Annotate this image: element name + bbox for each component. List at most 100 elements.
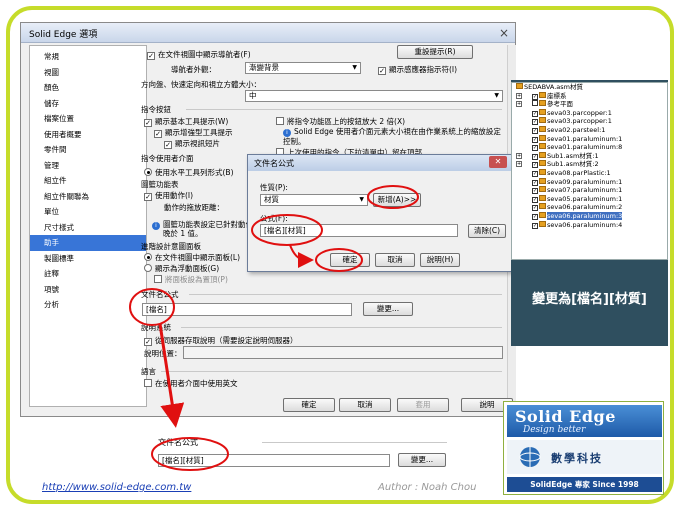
tree-row[interactable]: SEDABVA.asm材質 — [512, 83, 667, 92]
show-navigator-checkbox[interactable]: ✓ 在文件視圖中顯示導航者(F) — [147, 49, 251, 60]
close-icon[interactable]: ✕ — [489, 156, 507, 168]
file-formula-input[interactable]: [檔名] — [142, 303, 352, 316]
nav-item[interactable]: 儲存 — [30, 96, 146, 112]
tree-checkbox-icon[interactable]: ✓ — [532, 205, 538, 212]
show-video-clip-checkbox[interactable]: ✓ 顯示視訊短片 — [164, 138, 220, 149]
tree-row[interactable]: ✓ seva06.paraluminum:3 — [512, 211, 667, 221]
expand-icon[interactable]: + — [516, 152, 522, 159]
website-link[interactable]: http://www.solid-edge.com.tw — [42, 482, 191, 493]
nav-item[interactable]: 項號 — [30, 282, 146, 298]
checkmark-icon: ✓ — [164, 141, 172, 149]
options-nav: 常規 視圖 顏色 儲存 檔案位置 使用者概要 零件間 管理 組立件 組立件關聯為 單位 尺寸樣式 助手製… — [29, 45, 147, 407]
clip-formula-input[interactable]: [檔名][材質] — [158, 454, 390, 467]
expand-icon[interactable]: + — [516, 161, 522, 168]
author-credit: Author : Noah Chou — [378, 482, 477, 493]
tree-row[interactable]: + ✓ 座標系 — [512, 91, 667, 101]
double-cmd-area-checkbox[interactable]: 將指令功能區上的按鈕放大 2 倍(X) — [276, 116, 405, 127]
nav-item[interactable]: 助手 — [30, 235, 146, 251]
show-floating-radio[interactable]: 顯示為浮動面板(G) — [144, 263, 219, 274]
help-location-input[interactable] — [183, 346, 503, 359]
assembly-tree[interactable]: SEDABVA.asm材質 + ✓ 座標系 + 參考平面 ✓ seva03.parcopper… — [511, 82, 668, 260]
formula-ok-button[interactable]: 確定 — [330, 253, 370, 267]
tree-checkbox-icon[interactable]: ✓ — [532, 93, 538, 100]
formula-help-button[interactable]: 說明(H) — [420, 253, 460, 267]
navigator-appearance-select[interactable]: 漸變背景 ▼ — [245, 62, 361, 74]
tree-row-label: 參考平面 — [547, 100, 573, 109]
show-basic-tips-checkbox[interactable]: ✓ 顯示基本工具提示(W) — [144, 116, 228, 127]
apply-button[interactable]: 套用 — [397, 398, 449, 412]
tree-checkbox-icon[interactable]: ✓ — [532, 153, 538, 160]
nav-item[interactable]: 註釋 — [30, 266, 146, 282]
add-button[interactable]: 新增(A)>> — [373, 193, 421, 207]
nav-item[interactable]: 顏色 — [30, 80, 146, 96]
nav-item[interactable]: 使用者概要 — [30, 127, 146, 143]
tree-row[interactable]: ✓ seva01.paraluminum:1 — [512, 134, 667, 144]
tree-checkbox-icon[interactable] — [532, 100, 538, 107]
tree-checkbox-icon[interactable]: ✓ — [532, 127, 538, 134]
change-button[interactable]: 變更... — [363, 302, 413, 316]
show-enhanced-tips-checkbox[interactable]: ✓ 顯示增強型工具提示 — [154, 127, 233, 138]
tree-row[interactable]: + ✓ Sub1.asm材質:2 — [512, 160, 667, 169]
direction-size-select[interactable]: 中 ▼ — [245, 90, 503, 102]
fetch-from-server-checkbox[interactable]: ✓ 從伺服器存取說明（需要設定說明伺服器） — [144, 335, 298, 346]
show-enhanced-tips-label: 顯示增強型工具提示 — [165, 128, 233, 137]
nav-item[interactable]: 零件間 — [30, 142, 146, 158]
tree-row[interactable]: ✓ seva03.parcopper:1 — [512, 117, 667, 126]
part-icon — [539, 134, 546, 141]
tree-row[interactable]: ✓ seva09.paraluminum:1 — [512, 177, 667, 187]
tree-row[interactable]: ✓ seva02.parsteel:1 — [512, 125, 667, 135]
clip-change-button[interactable]: 變更... — [398, 453, 446, 467]
assembly-tree-panel: SEDABVA.asm材質 + ✓ 座標系 + 參考平面 ✓ seva03.parcopper… — [511, 80, 668, 346]
close-icon[interactable]: × — [499, 26, 509, 40]
tree-row[interactable]: ✓ seva06.paraluminum:4 — [512, 220, 667, 230]
use-horizontal-toolbar-radio[interactable]: 使用水平工具列形式(B) — [144, 167, 234, 178]
tree-row[interactable]: ✓ seva03.parcopper:1 — [512, 108, 667, 118]
formula-input[interactable]: [檔名][材質] — [260, 224, 458, 237]
property-select[interactable]: 材質 ▼ — [260, 194, 368, 206]
tree-row[interactable]: ✓ seva06.paraluminum:2 — [512, 203, 667, 212]
cancel-button[interactable]: 取消 — [339, 398, 391, 412]
sensor-indicator-checkbox[interactable]: ✓ 顯示感應器指示符(I) — [378, 64, 457, 75]
tree-row[interactable]: ✓ seva07.paraluminum:1 — [512, 186, 667, 195]
nav-item[interactable]: 組立件 — [30, 173, 146, 189]
use-motion-checkbox[interactable]: ✓ 使用動作(I) — [144, 190, 193, 201]
nav-item[interactable]: 視圖 — [30, 65, 146, 81]
expand-icon[interactable]: + — [516, 101, 522, 108]
tree-row-label: 座標系 — [547, 91, 567, 100]
tree-checkbox-icon[interactable]: ✓ — [532, 119, 538, 126]
tree-row[interactable]: ✓ seva05.paraluminum:1 — [512, 194, 667, 204]
tree-checkbox-icon[interactable]: ✓ — [532, 162, 538, 169]
nav-item[interactable]: 單位 — [30, 204, 146, 220]
tree-row-label: seva07.paraluminum:1 — [547, 186, 623, 195]
nav-item[interactable]: 尺寸樣式 — [30, 220, 146, 236]
tree-checkbox-icon[interactable]: ✓ — [532, 222, 538, 229]
tree-checkbox-icon[interactable]: ✓ — [532, 213, 538, 220]
reset-tips-button[interactable]: 重設提示(R) — [397, 45, 473, 59]
panel-topmost-checkbox[interactable]: 將面板設為置頂(P) — [154, 274, 228, 285]
tree-row[interactable]: + 參考平面 — [512, 100, 667, 109]
clear-button[interactable]: 清除(C) — [468, 224, 506, 238]
formula-cancel-button[interactable]: 取消 — [375, 253, 415, 267]
tree-checkbox-icon[interactable]: ✓ — [532, 136, 538, 143]
ok-button[interactable]: 確定 — [283, 398, 335, 412]
show-in-doc-view-radio[interactable]: 在文件視圖中顯示面板(L) — [144, 252, 240, 263]
tree-checkbox-icon[interactable]: ✓ — [532, 188, 538, 195]
nav-item[interactable]: 管理 — [30, 158, 146, 174]
tree-row-label: seva06.paraluminum:3 — [547, 211, 623, 220]
use-english-checkbox[interactable]: 在使用者介面中使用英文 — [144, 378, 238, 389]
nav-item[interactable]: 常規 — [30, 49, 146, 65]
nav-item[interactable]: 組立件關聯為 — [30, 189, 146, 205]
nav-item[interactable]: 檔案位置 — [30, 111, 146, 127]
tree-row[interactable]: ✓ seva08.parPlastic:1 — [512, 168, 667, 178]
tree-checkbox-icon[interactable]: ✓ — [532, 179, 538, 186]
tree-checkbox-icon[interactable]: ✓ — [532, 170, 538, 177]
expand-icon[interactable]: + — [516, 92, 522, 99]
nav-item[interactable]: 製圖標準 — [30, 251, 146, 267]
tree-checkbox-icon[interactable]: ✓ — [532, 196, 538, 203]
tree-checkbox-icon[interactable]: ✓ — [532, 145, 538, 152]
tree-row-label: Sub1.asm材質:2 — [547, 160, 599, 169]
tree-checkbox-icon[interactable]: ✓ — [532, 110, 538, 117]
tree-row[interactable]: ✓ seva01.paraluminum:8 — [512, 143, 667, 152]
dialog-title: Solid Edge 選項 — [21, 23, 515, 43]
nav-item[interactable]: 分析 — [30, 297, 146, 313]
